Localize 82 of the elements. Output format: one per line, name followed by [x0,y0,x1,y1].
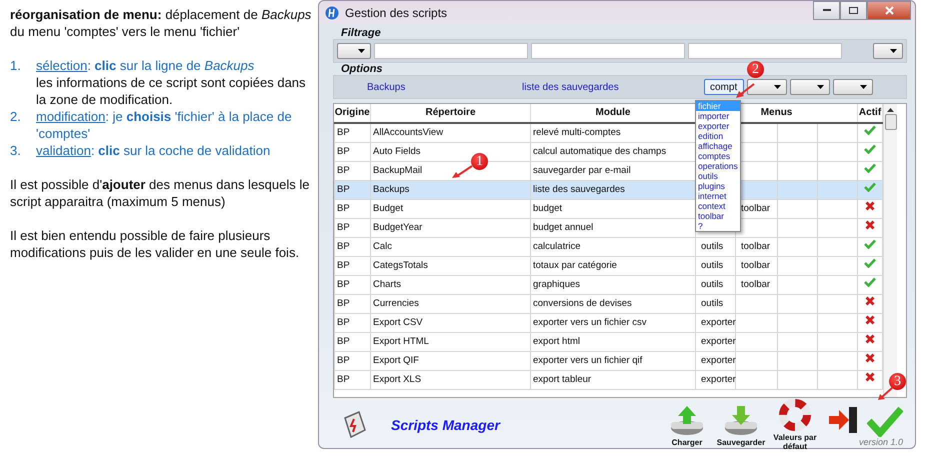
table-cell: BP [334,199,370,218]
table-cell: totaux par catégorie [530,256,696,275]
dropdown-option[interactable]: plugins [696,181,740,191]
table-cell: Backups [370,180,530,199]
table-cell: BP [334,123,370,142]
dropdown-option[interactable]: operations [696,161,740,171]
table-cell: BP [334,237,370,256]
table-cell: Charts [370,275,530,294]
table-cell: BudgetYear [370,218,530,237]
table-cell: BP [334,161,370,180]
table-cell: conversions de devises [530,294,696,313]
toolbar-button[interactable]: Valeurs par défaut [773,399,817,451]
group-title: Options [341,63,383,75]
table-cell: toolbar [736,237,778,256]
table-cell: exporter [696,313,736,332]
table-cell: export html [530,332,696,351]
table-cell: export tableur [530,370,696,389]
table-cell: BP [334,370,370,389]
dropdown-option[interactable]: importer [696,111,740,121]
table-cell: exporter vers un fichier csv [530,313,696,332]
table-cell: outils [696,237,736,256]
window-title: Gestion des scripts [345,6,448,20]
paragraph: Il est bien entendu possible de faire plusieurs modifications puis de les valider en une seule fois. [10,227,300,261]
dropdown-option[interactable]: edition [696,131,740,141]
directory-value: Backups [366,82,406,92]
table-cell: outils [696,256,736,275]
dropdown-option[interactable]: affichage [696,141,740,151]
step-text: validation: clic sur la coche de validation [36,142,272,159]
paragraph: Il est possible d'ajouter des menus dans lesquels le script apparaitra (maximum 5 menus) [10,176,310,210]
step-link[interactable]: modification [36,109,106,124]
dropdown-option[interactable]: internet [696,191,740,201]
table-cell: outils [696,275,736,294]
dropdown-option[interactable]: ? [696,221,740,231]
dropdown-option[interactable]: outils [696,171,740,181]
instruction-text: du menu 'comptes' vers le menu 'fichier' [10,23,241,40]
table-cell: BP [334,218,370,237]
toolbar-button[interactable]: Charger [665,404,709,446]
step-number: 1. [10,57,22,75]
module-value: liste des sauvegardes [522,82,620,92]
step-note: les informations de ce script sont copiées dans la zone de modification. [36,74,307,108]
table-cell: exporter [696,351,736,370]
table-cell: BP [334,256,370,275]
table-cell: exporter [696,332,736,351]
table-cell: Currencies [370,294,530,313]
table-cell: liste des sauvegardes [530,180,696,199]
table-cell: toolbar [736,256,778,275]
table-cell: graphiques [530,275,696,294]
table-cell: Export XLS [370,370,530,389]
table-cell: BP [334,142,370,161]
table-cell: BP [334,351,370,370]
step-number: 3. [10,142,22,159]
group-title: Filtrage [341,27,381,39]
column-header[interactable]: Répertoire [370,104,530,123]
step-link[interactable]: sélection [36,58,88,73]
table-cell: Export CSV [370,313,530,332]
table-cell: AllAccountsView [370,123,530,142]
table-cell: BP [334,180,370,199]
table-cell: BP [334,294,370,313]
table-cell: outils [696,294,736,313]
table-cell: BP [334,313,370,332]
instruction-title: réorganisation de menu: déplacement de Backups [10,6,312,23]
table-cell: Budget [370,199,530,218]
table-cell: CategsTotals [370,256,530,275]
version-label: version 1.0 [858,437,903,447]
step-number: 2. [10,108,22,126]
table-cell: toolbar [736,275,778,294]
dropdown-option[interactable]: comptes [696,151,740,161]
column-header[interactable]: Origine [334,104,370,123]
toolbar-button[interactable]: Sauvegarder [719,404,763,446]
table-cell: BP [334,332,370,351]
table-cell: BP [334,275,370,294]
table-cell: Calc [370,237,530,256]
step-link[interactable]: validation [36,143,91,158]
table-cell: exporter [696,370,736,389]
brand-title: Scripts Manager [390,417,502,433]
table-cell: exporter vers un fichier qif [530,351,696,370]
dropdown-option[interactable]: exporter [696,121,740,131]
table-cell: calculatrice [530,237,696,256]
step-text: sélection: clic sur la ligne de Backups [36,57,256,74]
menu-dropdown[interactable]: compt [704,79,744,95]
table-cell: Export HTML [370,332,530,351]
table-cell: Export QIF [370,351,530,370]
